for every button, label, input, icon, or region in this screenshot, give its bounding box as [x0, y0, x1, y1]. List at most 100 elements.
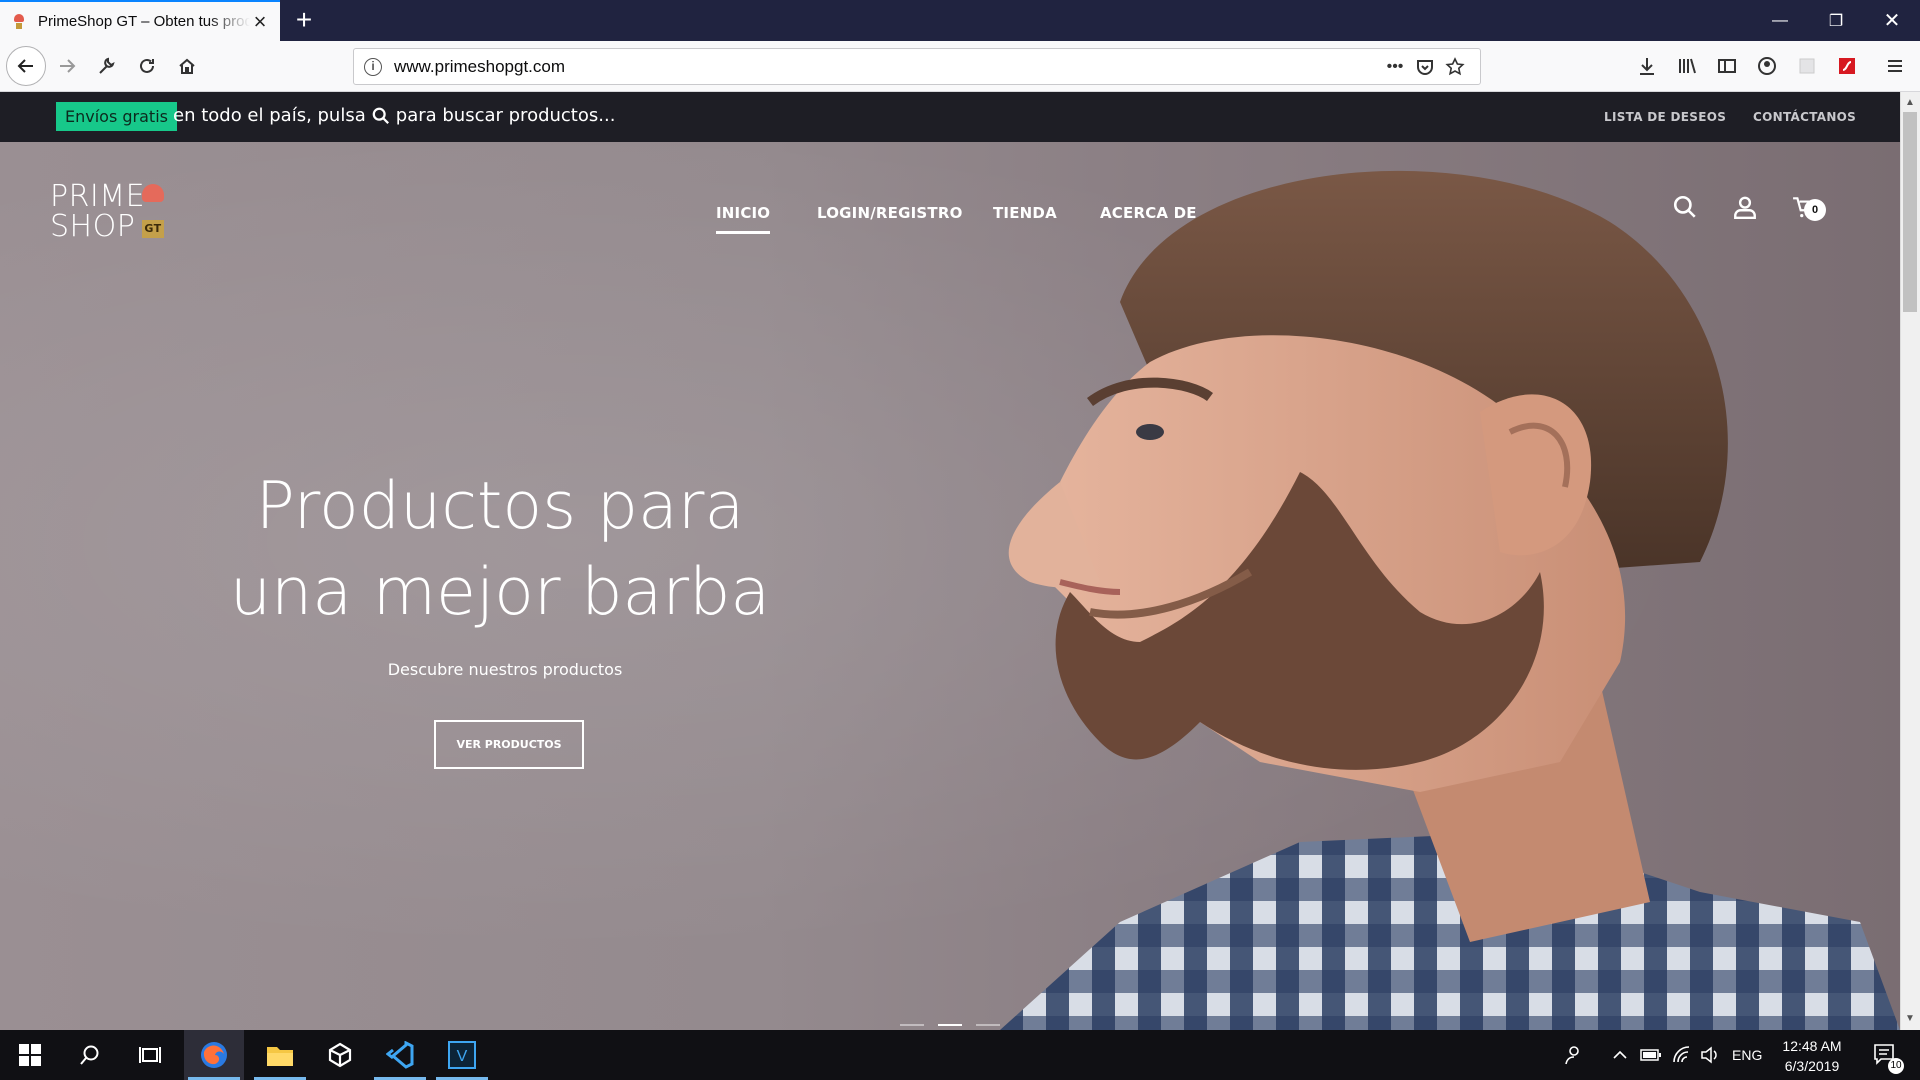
close-window-button[interactable]: ✕ [1864, 0, 1920, 41]
task-view-button[interactable] [120, 1030, 180, 1080]
hero-title-line-2: una mejor barba [229, 555, 771, 630]
bearded-man-image [1000, 170, 1900, 1030]
user-icon [1734, 196, 1756, 220]
hero-slider: PRIME SHOP GT INICIO LOGIN/REGISTRO TIEN… [0, 142, 1900, 1030]
balloon-icon [142, 184, 164, 202]
extension-button[interactable] [1790, 49, 1824, 83]
back-button[interactable] [6, 46, 46, 86]
promo-text-after: para buscar productos... [395, 105, 616, 126]
unity-icon [328, 1042, 352, 1068]
browser-titlebar: PrimeShop GT – Obten tus productos × + —… [0, 0, 1920, 41]
windows-logo-icon [19, 1044, 41, 1066]
forward-button[interactable] [50, 49, 84, 83]
contact-link[interactable]: CONTÁCTANOS [1753, 110, 1856, 124]
folder-icon [267, 1047, 293, 1066]
task-view-icon [139, 1047, 161, 1063]
people-icon[interactable] [1562, 1030, 1584, 1080]
account-icon [1758, 57, 1776, 75]
flash-icon [1839, 58, 1855, 74]
tab-title: PrimeShop GT – Obten tus productos [38, 13, 250, 30]
url-text[interactable]: www.primeshopgt.com [394, 57, 1380, 77]
home-button[interactable] [170, 49, 204, 83]
search-icon [372, 107, 389, 124]
wifi-icon[interactable] [1672, 1030, 1692, 1080]
promo-message: en todo el país, pulsa para buscar produ… [173, 105, 615, 126]
slider-dot-3[interactable] [976, 1024, 1000, 1026]
show-hidden-icons-chevron-icon[interactable] [1612, 1030, 1628, 1080]
scrollbar-thumb[interactable] [1903, 112, 1917, 312]
sidebar-icon [1718, 59, 1736, 73]
address-bar[interactable]: i www.primeshopgt.com ••• [353, 48, 1481, 85]
header-search-button[interactable] [1670, 192, 1700, 222]
hero-subtitle: Descubre nuestros productos [387, 660, 623, 679]
slider-dot-1[interactable] [900, 1024, 924, 1026]
search-taskbar-button[interactable] [60, 1030, 120, 1080]
library-button[interactable] [1670, 49, 1704, 83]
firefox-taskbar-button[interactable] [184, 1030, 244, 1080]
volume-icon[interactable] [1700, 1030, 1720, 1080]
ver-productos-button[interactable]: VER PRODUCTOS [434, 720, 584, 769]
nav-acerca-de[interactable]: ACERCA DE [1100, 204, 1197, 222]
site-favicon-icon [12, 13, 26, 31]
action-center-button[interactable]: 10 [1866, 1030, 1906, 1080]
hamburger-icon [1888, 60, 1902, 72]
downloads-button[interactable] [1630, 49, 1664, 83]
flash-extension-button[interactable] [1830, 49, 1864, 83]
wishlist-link[interactable]: LISTA DE DESEOS [1604, 110, 1726, 124]
new-tab-button[interactable]: + [290, 6, 318, 34]
free-shipping-badge: Envíos gratis [56, 102, 177, 131]
extension-icon [1799, 58, 1815, 74]
hero-title: Productos para una mejor barba [220, 464, 780, 636]
v-app-icon: V [448, 1041, 476, 1069]
search-icon [80, 1045, 99, 1065]
web-page: Envíos gratis en todo el país, pulsa par… [0, 92, 1900, 1030]
unity-taskbar-button[interactable] [310, 1030, 370, 1080]
hero-title-line-1: Productos para [255, 469, 745, 544]
nav-tienda[interactable]: TIENDA [993, 204, 1057, 222]
scroll-down-arrow-icon[interactable]: ▼ [1900, 1010, 1920, 1028]
nav-login-registro[interactable]: LOGIN/REGISTRO [817, 204, 963, 222]
account-button[interactable] [1750, 49, 1784, 83]
file-explorer-taskbar-button[interactable] [250, 1030, 310, 1080]
download-icon [1640, 58, 1654, 75]
promo-strip: Envíos gratis en todo el país, pulsa par… [0, 92, 1900, 142]
minimize-button[interactable]: — [1752, 0, 1808, 41]
system-clock[interactable]: 12:48 AM 6/3/2019 [1776, 1036, 1848, 1076]
restore-button[interactable]: ❐ [1808, 0, 1864, 41]
header-account-button[interactable] [1730, 192, 1760, 222]
wrench-icon [99, 57, 115, 74]
bookmark-star-icon[interactable] [1440, 55, 1470, 79]
nav-inicio[interactable]: INICIO [716, 204, 771, 234]
reload-button[interactable] [130, 49, 164, 83]
home-icon [179, 58, 195, 74]
battery-icon[interactable] [1640, 1030, 1662, 1080]
browser-tab[interactable]: PrimeShop GT – Obten tus productos × [0, 0, 280, 41]
logo-gt-badge: GT [142, 220, 164, 238]
clock-time: 12:48 AM [1782, 1038, 1842, 1054]
reload-icon [140, 58, 154, 73]
clock-date: 6/3/2019 [1784, 1058, 1840, 1074]
library-icon [1679, 58, 1696, 74]
notification-count: 10 [1888, 1058, 1904, 1074]
site-logo[interactable]: PRIME SHOP GT [50, 182, 164, 244]
promo-text-before: en todo el país, pulsa [173, 105, 366, 126]
search-icon [1673, 195, 1696, 218]
vscode-taskbar-button[interactable] [370, 1030, 430, 1080]
cart-count-badge: 0 [1804, 199, 1826, 221]
svg-text:V: V [457, 1048, 468, 1065]
browser-navbar: i www.primeshopgt.com ••• [0, 41, 1920, 92]
scroll-up-arrow-icon[interactable]: ▲ [1900, 94, 1920, 112]
sidebar-button[interactable] [1710, 49, 1744, 83]
site-info-icon[interactable]: i [364, 57, 382, 76]
app-v-taskbar-button[interactable]: V [432, 1030, 492, 1080]
slider-dot-2[interactable] [938, 1024, 962, 1026]
menu-button[interactable] [1878, 49, 1912, 83]
tools-button[interactable] [90, 49, 124, 83]
start-button[interactable] [0, 1030, 60, 1080]
firefox-icon [201, 1042, 227, 1068]
page-actions-icon[interactable]: ••• [1380, 55, 1410, 79]
language-indicator[interactable]: ENG [1732, 1030, 1762, 1080]
pocket-icon[interactable] [1410, 55, 1440, 79]
close-tab-icon[interactable]: × [250, 10, 270, 32]
logo-line-2: SHOP [50, 209, 136, 244]
